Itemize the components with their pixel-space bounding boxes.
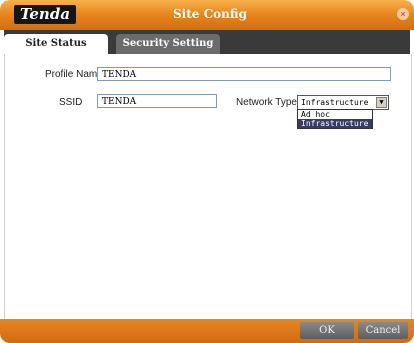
window-title: Site Config (173, 7, 247, 21)
tab-bar: Site Status Security Setting (4, 30, 410, 54)
tab-security-setting[interactable]: Security Setting (116, 34, 220, 54)
ok-button[interactable]: OK (300, 322, 354, 339)
network-type-select[interactable]: Infrastructure ▼ (297, 95, 389, 110)
network-type-label: Network Type (236, 97, 297, 108)
profile-name-label: Profile Name (45, 69, 103, 80)
ssid-label: SSID (59, 97, 83, 108)
ssid-input[interactable]: TENDA (97, 94, 217, 108)
close-icon[interactable]: × (397, 8, 409, 20)
option-ad-hoc[interactable]: Ad hoc (298, 110, 372, 119)
tab-site-status[interactable]: Site Status (4, 34, 108, 54)
tenda-logo: Tenda (14, 5, 76, 24)
option-infrastructure[interactable]: Infrastructure (298, 119, 372, 128)
site-config-window: Tenda Site Config × Site Status Security… (0, 0, 414, 343)
dropdown-arrow-icon[interactable]: ▼ (376, 97, 387, 108)
network-type-value: Infrastructure (301, 98, 369, 107)
bottom-bar: OK Cancel (0, 319, 414, 343)
title-bar: Tenda Site Config × (0, 0, 414, 30)
profile-name-input[interactable]: TENDA (97, 67, 391, 81)
cancel-button[interactable]: Cancel (358, 322, 408, 339)
network-type-dropdown: Ad hoc Infrastructure (297, 109, 373, 129)
